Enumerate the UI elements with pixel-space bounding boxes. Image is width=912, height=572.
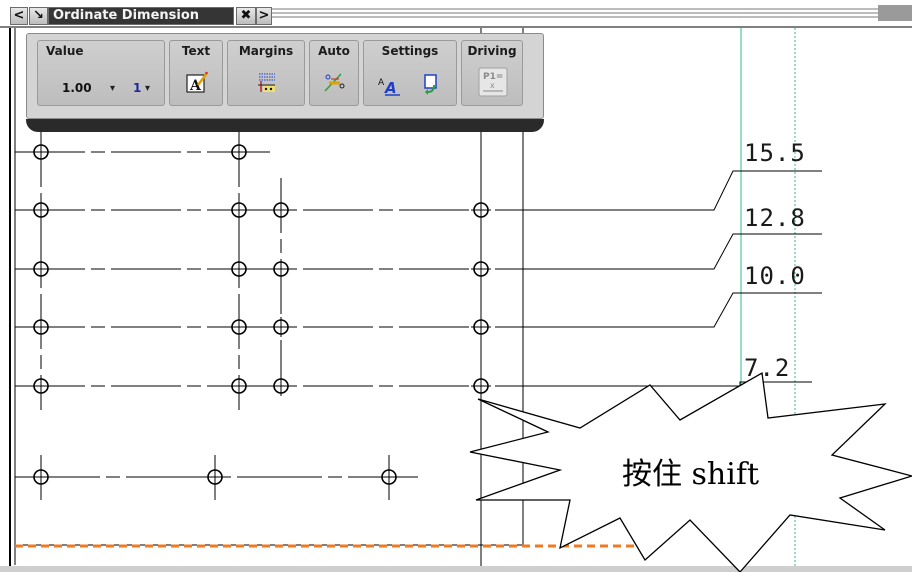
leader-line[interactable]	[505, 381, 812, 387]
dimension-label[interactable]: 12.8	[744, 204, 806, 232]
ordinate-dimension-toolbar: Value 1.00 ▾ 1 ▾ Text A Margins Auto Set…	[26, 33, 544, 119]
tolerance-dropdown-arrow-icon[interactable]: ▾	[145, 83, 150, 94]
value-dropdown[interactable]: 1.00	[62, 81, 92, 95]
hole-marker	[31, 317, 51, 337]
settings-label: Settings	[381, 44, 439, 58]
hole-marker	[229, 142, 249, 162]
hole-marker	[471, 200, 491, 220]
hole-marker	[471, 259, 491, 279]
driving-label: Driving	[467, 44, 517, 58]
hole-marker	[31, 376, 51, 396]
close-button[interactable]: ✖	[236, 7, 256, 25]
text-style-icon: A	[186, 71, 208, 93]
value-label: Value	[46, 44, 84, 58]
preferences-icon[interactable]	[422, 73, 444, 95]
prev-button[interactable]: <	[10, 7, 28, 25]
next-icon: >	[258, 8, 270, 23]
auto-group[interactable]: Auto	[309, 40, 359, 106]
hole-marker	[31, 142, 51, 162]
hole-marker	[471, 376, 491, 396]
hole-marker	[229, 317, 249, 337]
text-label: Text	[181, 44, 211, 58]
leader-line[interactable]	[505, 292, 822, 328]
driving-icon: P1= x	[478, 67, 508, 97]
hole-marker	[31, 259, 51, 279]
driving-group[interactable]: Driving P1= x	[461, 40, 523, 106]
svg-text:A: A	[384, 79, 397, 96]
margins-icon	[258, 73, 275, 92]
next-button[interactable]: >	[256, 7, 272, 25]
dimension-label[interactable]: 15.5	[744, 139, 806, 167]
hole-marker	[205, 467, 225, 487]
text-settings-icon[interactable]: A A	[378, 74, 400, 96]
toolbar-title[interactable]: Ordinate Dimension	[48, 7, 234, 25]
svg-text:x: x	[490, 81, 495, 90]
value-group: Value 1.00 ▾ 1 ▾	[37, 40, 165, 106]
callout-text: 按住 shift	[622, 457, 760, 492]
hole-marker	[379, 467, 399, 487]
prev-icon: <	[13, 8, 25, 23]
hole-marker	[471, 317, 491, 337]
dimension-label[interactable]: 10.0	[744, 262, 806, 290]
dimension-label[interactable]: 7.2	[744, 354, 790, 382]
pin-icon: ↘	[33, 8, 44, 23]
pin-button[interactable]: ↘	[29, 7, 48, 25]
hole-marker	[31, 200, 51, 220]
close-icon: ✖	[240, 8, 252, 23]
svg-text:A: A	[378, 78, 385, 88]
margins-group[interactable]: Margins	[227, 40, 305, 106]
hole-marker	[271, 376, 291, 396]
hole-marker	[31, 467, 51, 487]
tolerance-dropdown[interactable]: 1	[133, 81, 141, 95]
hole-marker	[271, 317, 291, 337]
hole-marker	[229, 200, 249, 220]
hole-marker	[271, 200, 291, 220]
margins-label: Margins	[238, 44, 294, 58]
hole-marker	[229, 259, 249, 279]
auto-dimension-icon	[324, 73, 345, 92]
settings-group: Settings A A	[363, 40, 457, 106]
toolbar-bottom-bar	[26, 119, 544, 132]
value-dropdown-arrow-icon[interactable]: ▾	[110, 83, 115, 94]
auto-label: Auto	[318, 44, 350, 58]
hole-pattern	[15, 132, 505, 500]
hole-marker	[229, 376, 249, 396]
text-group[interactable]: Text A	[169, 40, 223, 106]
hole-marker	[271, 259, 291, 279]
